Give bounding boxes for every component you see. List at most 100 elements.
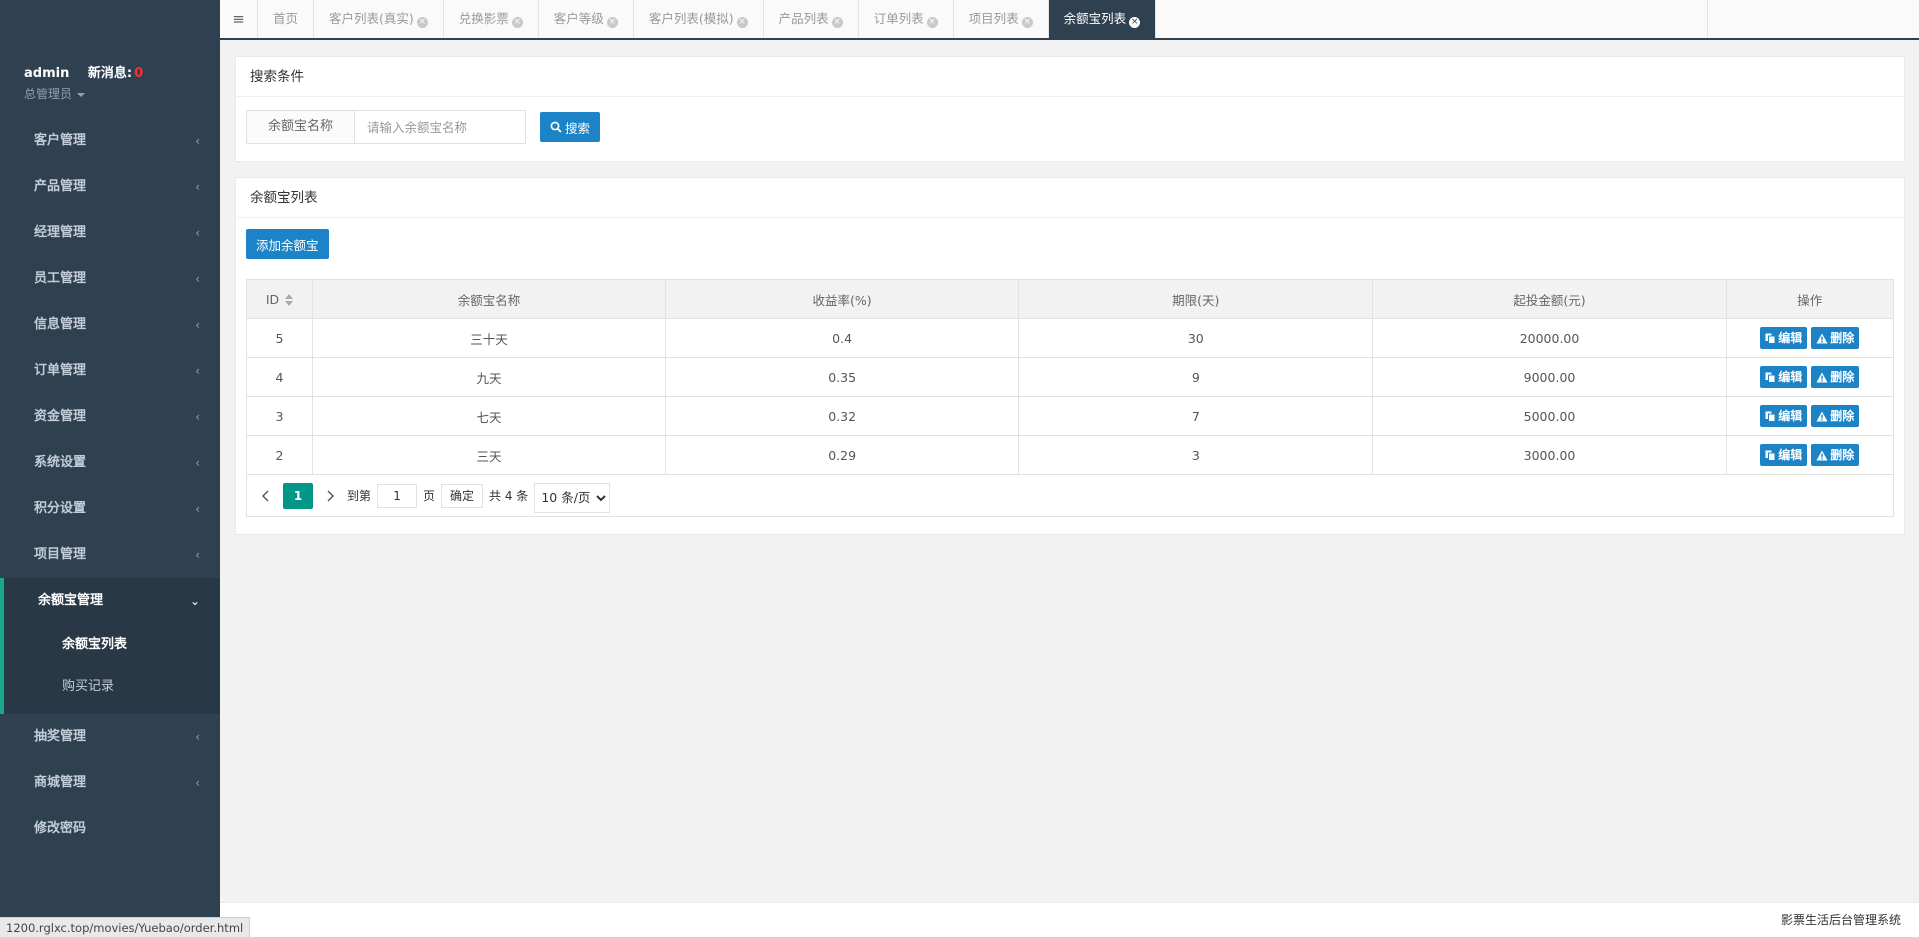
tab-divider: [1707, 0, 1708, 38]
column-header-id[interactable]: ID: [246, 279, 313, 319]
username: admin: [24, 66, 70, 81]
delete-button[interactable]: 删除: [1811, 327, 1860, 349]
sidebar-item-funds[interactable]: 资金管理 ‹: [0, 394, 220, 440]
sidebar-item-orders[interactable]: 订单管理 ‹: [0, 348, 220, 394]
caret-down-icon: [77, 92, 86, 97]
tab-project-list[interactable]: 项目列表 ×: [954, 0, 1049, 38]
cell-name: 三天: [311, 435, 667, 475]
footer: 影票生活后台管理系统: [220, 902, 1919, 937]
close-icon[interactable]: ×: [511, 17, 523, 28]
chevron-left-icon: ‹: [195, 410, 200, 424]
sidebar-item-managers[interactable]: 经理管理 ‹: [0, 210, 220, 256]
delete-button[interactable]: 删除: [1811, 405, 1860, 427]
edit-button[interactable]: 编辑: [1760, 405, 1808, 427]
sidebar-item-info[interactable]: 信息管理 ‹: [0, 302, 220, 348]
menu-toggle-icon[interactable]: ≡: [220, 0, 258, 38]
search-row: 余额宝名称 搜索: [246, 110, 601, 144]
list-panel: 余额宝列表 添加余额宝 ID 余额宝名称 收益率(%) 期限(天) 起投金额(元…: [235, 177, 1905, 535]
cell-rate: 0.35: [665, 357, 1020, 397]
sidebar-item-points[interactable]: 积分设置 ‹: [0, 486, 220, 532]
search-button-label: 搜索: [565, 120, 591, 136]
search-field-label: 余额宝名称: [247, 111, 355, 143]
warning-icon: [1816, 411, 1828, 421]
sidebar-subitem-purchase-records[interactable]: 购买记录: [4, 666, 220, 708]
chevron-left-icon: ‹: [195, 134, 200, 148]
close-icon[interactable]: ×: [736, 17, 748, 28]
search-button[interactable]: 搜索: [540, 112, 601, 142]
sidebar: admin 新消息: 0 总管理员 客户管理 ‹ 产品管理 ‹ 经理管理 ‹ 员工管理 ‹…: [0, 0, 251, 937]
cell-days: 7: [1018, 396, 1374, 436]
edit-button[interactable]: 编辑: [1760, 366, 1808, 388]
sidebar-submenu-yuebao: 余额宝列表 购买记录: [0, 624, 220, 714]
close-icon[interactable]: ×: [1129, 17, 1141, 28]
next-page-icon[interactable]: [319, 484, 341, 508]
add-yuebao-button[interactable]: 添加余额宝: [246, 229, 329, 259]
page-unit-label: 页: [423, 489, 436, 503]
close-icon[interactable]: ×: [1021, 17, 1033, 28]
sidebar-item-projects[interactable]: 项目管理 ‹: [0, 532, 220, 578]
sidebar-item-staff[interactable]: 员工管理 ‹: [0, 256, 220, 302]
close-icon[interactable]: ×: [416, 17, 428, 28]
sort-icon[interactable]: [285, 294, 294, 306]
cell-days: 3: [1018, 435, 1374, 475]
column-header-actions: 操作: [1725, 279, 1895, 319]
search-panel-title: 搜索条件: [236, 57, 1904, 97]
cell-name: 三十天: [311, 318, 667, 358]
tab-yuebao-list[interactable]: 余额宝列表 ×: [1048, 0, 1157, 38]
sidebar-item-products[interactable]: 产品管理 ‹: [0, 164, 220, 210]
tab-customers-simulated[interactable]: 客户列表(模拟) ×: [634, 0, 764, 38]
tab-customers-real[interactable]: 客户列表(真实) ×: [314, 0, 444, 38]
chevron-left-icon: ‹: [195, 730, 200, 744]
messages-count[interactable]: 0: [134, 66, 143, 81]
role-label: 总管理员: [24, 87, 73, 101]
tab-customer-levels[interactable]: 客户等级 ×: [539, 0, 634, 38]
status-bar-url: 1200.rglxc.top/movies/Yuebao/order.html: [0, 917, 251, 937]
tab-product-list[interactable]: 产品列表 ×: [764, 0, 859, 38]
chevron-left-icon: ‹: [195, 548, 200, 562]
edit-button[interactable]: 编辑: [1760, 327, 1808, 349]
chevron-down-icon: ⌄: [189, 594, 200, 608]
search-icon: [550, 121, 562, 133]
goto-page-input[interactable]: [377, 483, 418, 508]
delete-button[interactable]: 删除: [1811, 366, 1860, 388]
edit-button[interactable]: 编辑: [1760, 444, 1808, 466]
current-page[interactable]: 1: [283, 482, 313, 509]
column-header-min-amount: 起投金额(元): [1372, 279, 1727, 319]
prev-page-icon[interactable]: [255, 484, 277, 508]
copy-icon: [1765, 411, 1776, 422]
cell-id: 3: [246, 396, 313, 436]
copy-icon: [1765, 333, 1776, 344]
cell-rate: 0.29: [665, 435, 1020, 475]
close-icon[interactable]: ×: [926, 17, 938, 28]
sidebar-item-yuebao[interactable]: 余额宝管理 ⌄: [0, 578, 220, 624]
cell-rate: 0.32: [665, 396, 1020, 436]
sidebar-item-mall[interactable]: 商城管理 ‹: [0, 760, 220, 806]
sidebar-subitem-yuebao-list[interactable]: 余额宝列表: [4, 624, 220, 666]
sidebar-item-lottery[interactable]: 抽奖管理 ‹: [0, 714, 220, 760]
sidebar-item-change-password[interactable]: 修改密码: [0, 806, 220, 852]
cell-min-amount: 3000.00: [1372, 435, 1727, 475]
close-icon[interactable]: ×: [606, 17, 618, 28]
tab-exchange-tickets[interactable]: 兑换影票 ×: [444, 0, 539, 38]
cell-min-amount: 5000.00: [1372, 396, 1727, 436]
copy-icon: [1765, 372, 1776, 383]
cell-days: 9: [1018, 357, 1374, 397]
tab-home[interactable]: 首页: [258, 0, 315, 38]
goto-confirm-button[interactable]: 确定: [441, 483, 484, 508]
page-size-select[interactable]: 10 条/页: [534, 482, 611, 513]
delete-button[interactable]: 删除: [1811, 444, 1860, 466]
sidebar-item-system[interactable]: 系统设置 ‹: [0, 440, 220, 486]
cell-id: 2: [246, 435, 313, 475]
tab-list: 首页 客户列表(真实) × 兑换影票 × 客户等级 × 客户列表(模拟) × 产品列表 ×…: [258, 0, 1157, 38]
role-dropdown[interactable]: 总管理员: [24, 85, 143, 102]
list-panel-title: 余额宝列表: [236, 178, 1904, 218]
search-input[interactable]: [355, 111, 525, 143]
column-header-days: 期限(天): [1018, 279, 1374, 319]
tab-order-list[interactable]: 订单列表 ×: [859, 0, 954, 38]
sidebar-item-customers[interactable]: 客户管理 ‹: [0, 118, 220, 164]
close-icon[interactable]: ×: [831, 17, 843, 28]
cell-days: 30: [1018, 318, 1374, 358]
warning-icon: [1816, 450, 1828, 460]
table-row: 4 九天 0.35 9 9000.00 编辑 删除: [246, 357, 1895, 397]
chevron-left-icon: ‹: [195, 456, 200, 470]
